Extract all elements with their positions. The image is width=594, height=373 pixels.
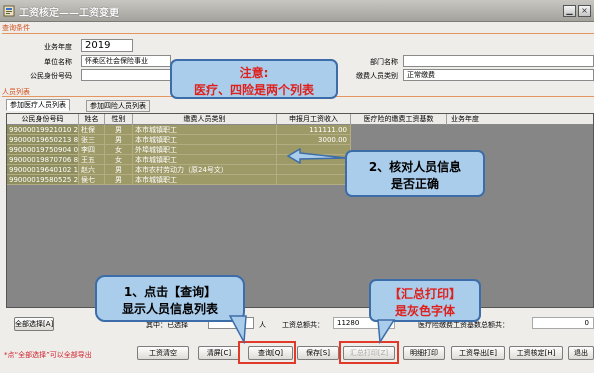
wage-export-button[interactable]: 工资导出[E]: [451, 346, 505, 360]
main-window: 工资核定——工资变更 ▁ × 查询条件 业务年度 2019 单位名称 怀柔区社会…: [0, 0, 594, 373]
cell-name: 赵六: [79, 165, 105, 175]
query-section-divider: [2, 33, 594, 34]
column-header-gender[interactable]: 性别: [105, 114, 133, 125]
cell-gender: 男: [105, 135, 133, 145]
query-line-1: 1、点击【查询】: [123, 285, 217, 299]
cell-payer-type: 本市城镇职工: [133, 155, 277, 165]
tab-four-insurance-list[interactable]: 参加四险人员列表: [86, 100, 150, 112]
check-arrow-icon: [286, 148, 347, 164]
dept-field[interactable]: [403, 55, 594, 67]
query-pointer-icon: [228, 315, 247, 344]
year-label: 业务年度: [44, 43, 72, 51]
cell-id: 99000019650213 8412: [7, 135, 79, 145]
note-body: 医疗、四险是两个列表: [193, 83, 314, 97]
cell-gender: 男: [105, 165, 133, 175]
close-icon: ×: [581, 6, 588, 15]
cell-id: 99000019750904 0223: [7, 145, 79, 155]
title-bar: 工资核定——工资变更 ▁ ×: [0, 0, 594, 22]
cell-gender: 女: [105, 145, 133, 155]
print-line-2: 是灰色字体: [394, 304, 455, 318]
payer-type-label: 缴费人员类别: [356, 72, 398, 80]
cell-id: 99000019640102 1317: [7, 165, 79, 175]
cell-gender: 女: [105, 155, 133, 165]
export-hint: *点“全部选择”可以全部导出: [4, 351, 92, 359]
print-line-1: 【汇总打印】: [388, 287, 461, 301]
cell-monthly-wage: [277, 175, 351, 185]
query-section-title: 查询条件: [2, 24, 30, 32]
check-line-2: 是否正确: [390, 177, 439, 191]
cell-name: 李四: [79, 145, 105, 155]
id-field[interactable]: [81, 69, 171, 81]
select-all-button[interactable]: 全部选择[A]: [14, 317, 54, 331]
cell-name: 侯七: [79, 175, 105, 185]
wage-approve-button[interactable]: 工资核定[H]: [509, 346, 563, 360]
wage-total-label: 工资总额共：: [282, 321, 324, 329]
table-row[interactable]: 99000019650213 8412 张三 男 本市城镇职工 3000.00: [7, 135, 593, 145]
print-pointer-icon: [377, 319, 396, 344]
table-row[interactable]: 99000019580525 2011 侯七 男 本市城镇职工: [7, 175, 593, 185]
cell-id: 99000019870706 8125: [7, 155, 79, 165]
grid-header: 公民身份号码 姓名 性别 缴费人员类别 申报月工资收入 医疗险的缴费工资基数 业…: [7, 114, 593, 125]
minimize-icon: ▁: [566, 6, 573, 15]
selected-count-unit: 人: [259, 321, 266, 329]
table-row[interactable]: 99000019921010 2514 杜保 男 本市城镇职工 111111.0…: [7, 125, 593, 135]
detail-print-button[interactable]: 明细打印: [403, 346, 445, 360]
table-row[interactable]: 99000019640102 1317 赵六 男 本市农村劳动力（原24号文）: [7, 165, 593, 175]
people-grid: 公民身份号码 姓名 性别 缴费人员类别 申报月工资收入 医疗险的缴费工资基数 业…: [6, 113, 594, 308]
cell-gender: 男: [105, 175, 133, 185]
clear-screen-button[interactable]: 清屏[C]: [198, 346, 240, 360]
tab-medical-list[interactable]: 参加医疗人员列表: [6, 99, 70, 111]
cell-payer-type: 本市农村劳动力（原24号文）: [133, 165, 277, 175]
year-field[interactable]: 2019: [81, 39, 133, 52]
save-button[interactable]: 保存[S]: [297, 346, 339, 360]
cell-id: 99000019580525 2011: [7, 175, 79, 185]
column-header-name[interactable]: 姓名: [79, 114, 105, 125]
note-title: 注意:: [239, 66, 269, 80]
exit-button[interactable]: 退出: [568, 346, 594, 360]
unit-field[interactable]: 怀柔区社会保险事业: [81, 55, 171, 67]
column-header-monthly-wage[interactable]: 申报月工资收入: [277, 114, 351, 125]
column-header-year[interactable]: 业务年度: [447, 114, 593, 125]
query-callout: 1、点击【查询】 显示人员信息列表: [95, 275, 245, 322]
query-button-highlight: [238, 341, 296, 364]
window-title: 工资核定——工资变更: [19, 8, 119, 19]
check-line-1: 2、核对人员信息: [368, 160, 462, 174]
note-callout: 注意: 医疗、四险是两个列表: [170, 59, 338, 99]
column-header-payer-type[interactable]: 缴费人员类别: [133, 114, 277, 125]
app-icon: [3, 5, 15, 17]
cell-gender: 男: [105, 125, 133, 135]
close-button[interactable]: ×: [578, 5, 591, 17]
cell-name: 杜保: [79, 125, 105, 135]
cell-id: 99000019921010 2514: [7, 125, 79, 135]
column-header-id[interactable]: 公民身份号码: [7, 114, 79, 125]
clear-wage-button[interactable]: 工资清空: [137, 346, 189, 360]
payer-type-select[interactable]: 正常缴费: [403, 69, 594, 81]
cell-payer-type: 本市城镇职工: [133, 135, 277, 145]
summary-print-highlight: [339, 341, 399, 364]
cell-name: 张三: [79, 135, 105, 145]
unit-label: 单位名称: [44, 58, 72, 66]
cell-name: 王五: [79, 155, 105, 165]
cell-monthly-wage: 111111.00: [277, 125, 351, 135]
minimize-button[interactable]: ▁: [563, 5, 576, 17]
column-header-medical-base[interactable]: 医疗险的缴费工资基数: [351, 114, 447, 125]
base-total-value: 0: [532, 317, 594, 329]
query-line-2: 显示人员信息列表: [121, 302, 218, 316]
id-label: 公民身份号码: [30, 72, 72, 80]
cell-monthly-wage: 3000.00: [277, 135, 351, 145]
dept-label: 部门名称: [370, 58, 398, 66]
cell-payer-type: 外埠城镇职工: [133, 145, 277, 155]
cell-payer-type: 本市城镇职工: [133, 175, 277, 185]
cell-payer-type: 本市城镇职工: [133, 125, 277, 135]
check-callout: 2、核对人员信息 是否正确: [345, 150, 485, 197]
print-callout: 【汇总打印】 是灰色字体: [369, 279, 481, 322]
cell-monthly-wage: [277, 165, 351, 175]
